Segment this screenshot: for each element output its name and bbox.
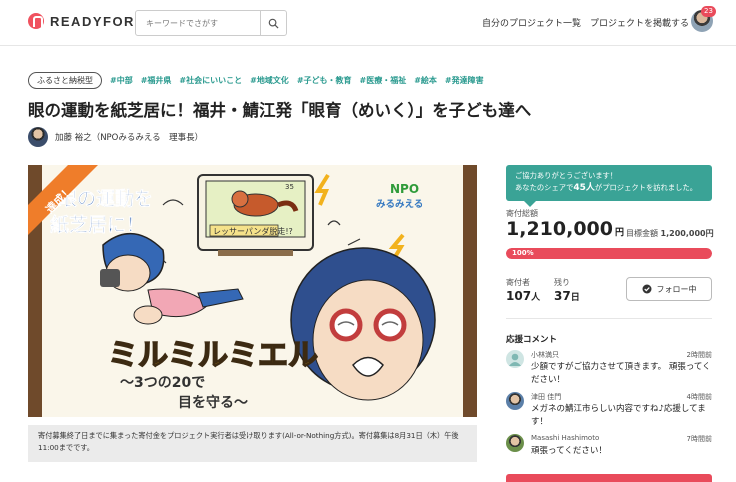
tag-link[interactable]: #子ども・教育: [297, 75, 352, 86]
commenter-name[interactable]: 小林満只: [531, 350, 559, 360]
project-owner[interactable]: 加藤 裕之（NPOみるみえる 理事長）: [28, 127, 203, 147]
share-thanks: ご協力ありがとうございます！: [515, 171, 618, 180]
supporters-label: 寄付者: [506, 278, 530, 287]
owner-name: 加藤 裕之（NPOみるみえる 理事長）: [55, 133, 204, 143]
tag-link[interactable]: #社会にいいこと: [179, 75, 242, 86]
readyfor-logo[interactable]: READYFOR: [28, 13, 135, 29]
follow-label: フォロー中: [656, 284, 697, 294]
comment-item: 津田 佳門 4時間前 メガネの鯖江市らしい内容ですね♪応援してます！: [506, 392, 712, 430]
owner-avatar: [28, 127, 48, 147]
search-input[interactable]: [136, 11, 260, 36]
npo-logo-subtext: みるみえる: [376, 199, 423, 210]
supporters-count: 107人: [506, 289, 541, 303]
comment-text: メガネの鯖江市らしい内容ですね♪応援してます！: [531, 404, 706, 427]
tag-link[interactable]: #福井県: [141, 75, 172, 86]
commenter-avatar[interactable]: [506, 392, 524, 410]
project-title: 眼の運動を紙芝居に！福井・鯖江発「眼育（めいく）」を子ども達へ: [28, 101, 532, 120]
comment-item: 小林満只 2時間前 少額ですがご協力させて頂きます。 頑張ってください！: [506, 350, 712, 388]
search-button[interactable]: [260, 11, 286, 35]
funding-notice: 寄付募集終了日までに集まった寄付金をプロジェクト実行者は受け取ります(All-o…: [28, 425, 477, 462]
tax-type-badge[interactable]: ふるさと納税型: [28, 72, 102, 89]
comment-text: 少額ですがご協力させて頂きます。 頑張ってください！: [531, 362, 711, 385]
funding-progress-bar: 100%: [506, 248, 712, 259]
commenter-avatar[interactable]: [506, 434, 524, 452]
npo-logo-text: NPO: [390, 182, 419, 196]
tag-link[interactable]: #絵本: [414, 75, 437, 86]
project-tags: ふるさと納税型 #中部 #福井県 #社会にいいこと #地域文化 #子ども・教育 …: [28, 72, 484, 89]
comment-time: 4時間前: [686, 393, 712, 401]
check-circle-icon: [642, 284, 651, 294]
comment-item: Masashi Hashimoto 7時間前 頑張ってください！: [506, 434, 712, 464]
tv-channel-number: 35: [285, 183, 294, 191]
total-amount: 1,210,000 円: [506, 218, 624, 240]
share-result-box: ご協力ありがとうございます！ あなたのシェアで45人がプロジェクトを訪れました。: [506, 165, 712, 207]
divider: [506, 318, 712, 319]
tv-caption: レッサーパンダ脱走!?: [213, 226, 293, 236]
logo-text: READYFOR: [50, 13, 135, 29]
progress-fill: [506, 248, 712, 259]
comments-title: 応援コメント: [506, 335, 558, 345]
remaining-days: 37日: [554, 289, 580, 303]
remaining-label: 残り: [554, 278, 570, 287]
hero-heading-2: 紙芝居に！: [50, 213, 145, 236]
picture-book-subtitle-1: 〜3つの20で: [120, 375, 205, 391]
site-header: READYFOR 自分のプロジェクト一覧 プロジェクトを掲載する 23: [0, 0, 736, 46]
post-project-link[interactable]: プロジェクトを掲載する: [590, 16, 689, 29]
search-icon: [268, 18, 279, 29]
my-projects-link[interactable]: 自分のプロジェクト一覧: [482, 16, 581, 29]
project-main-image: レッサーパンダ脱走!? 35 NPO みるみえる ミルミルミエル 〜3つの20で…: [28, 165, 477, 417]
share-visitors: あなたのシェアで45人がプロジェクトを訪れました。: [515, 183, 698, 193]
comment-time: 2時間前: [686, 351, 712, 359]
commenter-name[interactable]: Masashi Hashimoto: [531, 434, 599, 442]
tag-link[interactable]: #医療・福祉: [360, 75, 407, 86]
follow-button[interactable]: フォロー中: [626, 277, 712, 301]
tag-link[interactable]: #地域文化: [250, 75, 289, 86]
progress-percent: 100%: [512, 249, 534, 257]
goal-amount: 目標金額 1,200,000円: [626, 229, 714, 238]
commenter-name[interactable]: 津田 佳門: [531, 392, 561, 402]
search-box: [135, 10, 287, 36]
notification-badge: 23: [701, 6, 716, 17]
commenter-avatar[interactable]: [506, 350, 524, 368]
picture-book-subtitle-2: 目を守る〜: [178, 394, 248, 411]
kamishibai-illustration: レッサーパンダ脱走!? 35 NPO みるみえる ミルミルミエル 〜3つの20で…: [28, 165, 477, 417]
donate-button[interactable]: [506, 474, 712, 482]
comment-time: 7時間前: [686, 435, 712, 443]
tag-link[interactable]: #中部: [110, 75, 133, 86]
comment-text: 頑張ってください！: [531, 446, 607, 456]
logo-mark-icon: [28, 13, 44, 29]
tag-link[interactable]: #発達障害: [445, 75, 484, 86]
picture-book-title: ミルミルミエル: [108, 338, 318, 373]
user-menu[interactable]: 23: [691, 6, 716, 32]
